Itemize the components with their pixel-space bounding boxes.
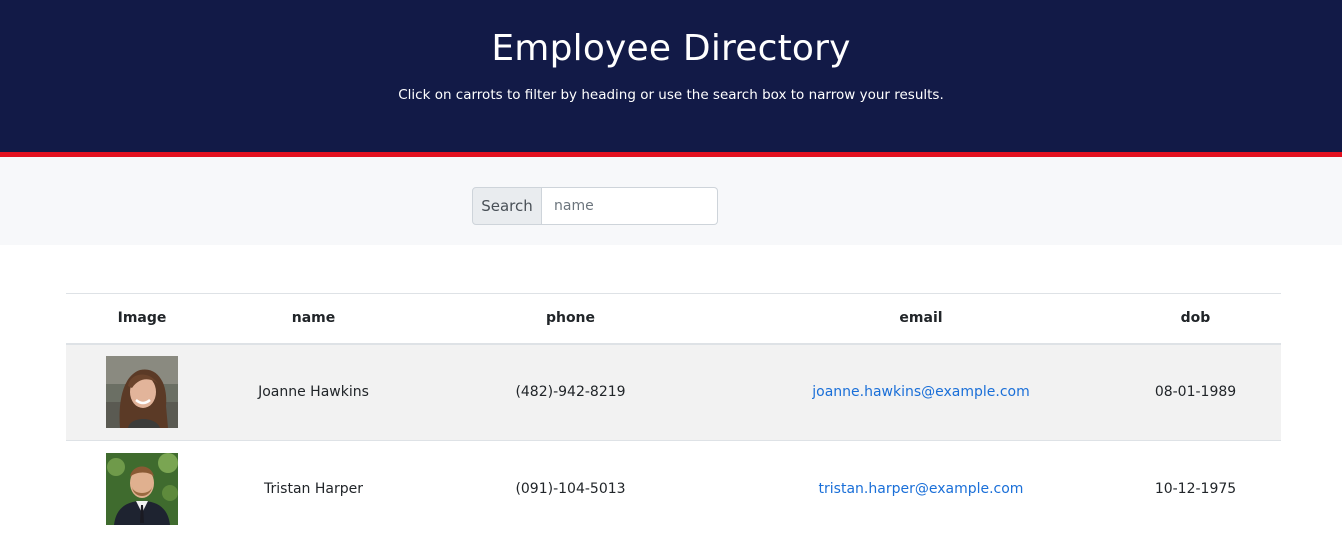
table-row: Joanne Hawkins (482)-942-8219 joanne.haw… (66, 343, 1281, 441)
image-cell (66, 440, 218, 538)
page-header: Employee Directory Click on carrots to f… (0, 0, 1342, 152)
phone-cell: (091)-104-5013 (409, 440, 732, 538)
dob-cell: 10-12-1975 (1110, 440, 1281, 538)
name-cell: Joanne Hawkins (218, 343, 409, 441)
search-input[interactable] (542, 187, 718, 225)
column-header-phone[interactable]: phone (409, 293, 732, 345)
employee-photo (106, 453, 178, 526)
search-section: Search (0, 157, 1342, 245)
email-link[interactable]: tristan.harper@example.com (819, 481, 1024, 497)
name-cell: Tristan Harper (218, 440, 409, 538)
column-header-name[interactable]: name (218, 293, 409, 345)
column-header-dob[interactable]: dob (1110, 293, 1281, 345)
image-cell (66, 343, 218, 441)
search-input-group: Search (472, 187, 718, 225)
table-header-row: Image name phone email dob (66, 293, 1281, 345)
column-header-image[interactable]: Image (66, 293, 218, 345)
dob-cell: 08-01-1989 (1110, 343, 1281, 441)
email-cell: tristan.harper@example.com (732, 440, 1110, 538)
employee-photo (106, 356, 178, 429)
email-link[interactable]: joanne.hawkins@example.com (812, 384, 1030, 400)
search-label: Search (472, 187, 542, 225)
phone-cell: (482)-942-8219 (409, 343, 732, 441)
email-cell: joanne.hawkins@example.com (732, 343, 1110, 441)
table-row: Tristan Harper (091)-104-5013 tristan.ha… (66, 440, 1281, 538)
page-title: Employee Directory (491, 28, 851, 69)
page-subtitle: Click on carrots to filter by heading or… (398, 87, 944, 103)
employee-table: Image name phone email dob Joanne Hawkin… (66, 293, 1281, 538)
column-header-email[interactable]: email (732, 293, 1110, 345)
